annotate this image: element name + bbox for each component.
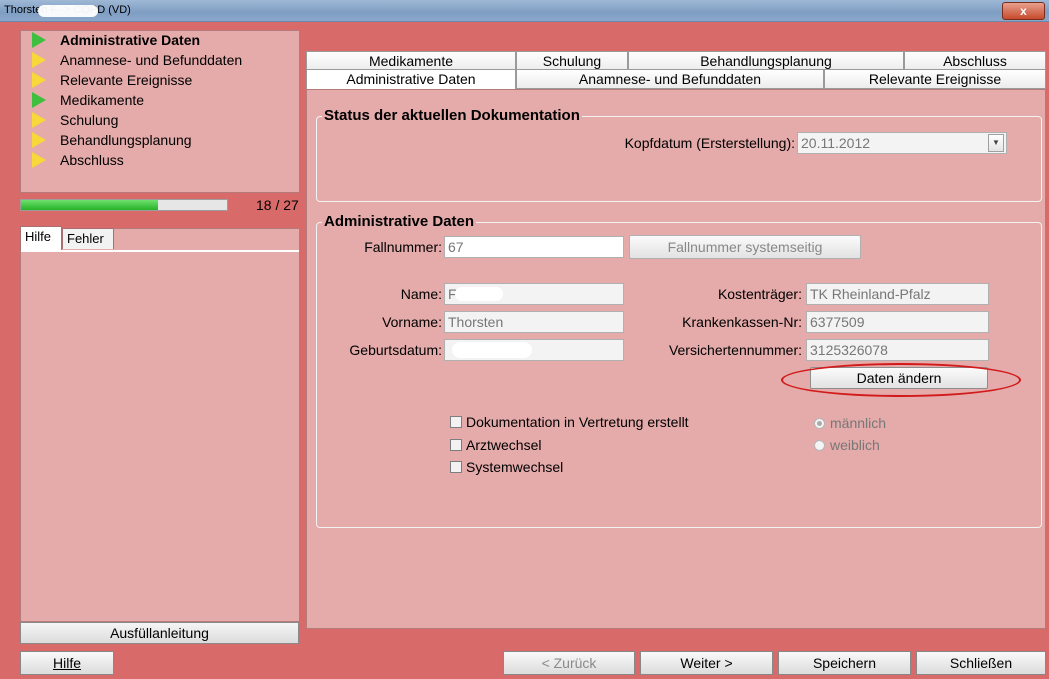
weiter-button[interactable]: Weiter > — [640, 651, 773, 675]
tab-anamnese-befunddaten[interactable]: Anamnese- und Befunddaten — [516, 69, 824, 89]
fallnummer-systemseitig-button[interactable]: Fallnummer systemseitig — [629, 235, 861, 259]
versicherten-label: Versichertennummer: — [668, 342, 802, 358]
tab-administrative-daten[interactable]: Administrative Daten — [306, 69, 516, 90]
redaction-blur — [455, 287, 503, 301]
hilfe-button[interactable]: Hilfe — [20, 651, 114, 675]
step-complete-icon — [32, 92, 46, 108]
speichern-button[interactable]: Speichern — [778, 651, 911, 675]
step-label: Relevante Ereignisse — [60, 72, 193, 88]
checkbox-box[interactable] — [450, 461, 462, 473]
checkbox-label: Dokumentation in Vertretung erstellt — [466, 414, 689, 430]
step-label: Schulung — [60, 112, 119, 128]
tab-abschluss[interactable]: Abschluss — [904, 51, 1046, 71]
tab-behandlungsplanung[interactable]: Behandlungsplanung — [628, 51, 904, 71]
title-bar: Thorsten F -> COPD (VD) x — [0, 0, 1049, 22]
tab-schulung[interactable]: Schulung — [516, 51, 628, 71]
tab-fehler[interactable]: Fehler — [62, 228, 114, 249]
step-medikamente[interactable]: Medikamente — [32, 90, 144, 110]
help-content — [21, 250, 299, 621]
checkbox-systemwechsel[interactable]: Systemwechsel — [450, 459, 563, 475]
versicherten-field: 3125326078 — [806, 339, 989, 361]
tab-hilfe[interactable]: Hilfe — [20, 226, 62, 250]
step-label: Medikamente — [60, 92, 145, 108]
schliessen-button[interactable]: Schließen — [916, 651, 1046, 675]
checkbox-label: Arztwechsel — [466, 437, 542, 453]
progress-label: 18 / 27 — [256, 197, 299, 213]
step-label: Abschluss — [60, 152, 124, 168]
redaction-blur — [38, 5, 98, 17]
admin-group-title: Administrative Daten — [322, 213, 477, 230]
hilfe-button-label: Hilfe — [52, 655, 81, 671]
close-window-button[interactable]: x — [1002, 2, 1045, 20]
checkbox-vertretung[interactable]: Dokumentation in Vertretung erstellt — [450, 414, 689, 430]
kopfdatum-label: Kopfdatum (Ersterstellung): — [624, 135, 795, 151]
tab-relevante-ereignisse[interactable]: Relevante Ereignisse — [824, 69, 1046, 89]
radio-dot[interactable] — [814, 439, 825, 451]
krankenkassen-field: 6377509 — [806, 311, 989, 333]
step-administrative-daten[interactable]: Administrative Daten — [32, 30, 200, 50]
fallnummer-label: Fallnummer: — [364, 239, 442, 255]
progress-bar — [20, 199, 228, 211]
step-behandlungsplanung[interactable]: Behandlungsplanung — [32, 130, 192, 150]
chevron-down-icon[interactable]: ▼ — [988, 134, 1004, 152]
step-pending-icon — [32, 152, 46, 168]
radio-maennlich[interactable]: männlich — [814, 415, 886, 431]
progress-fill — [21, 200, 159, 210]
radio-label: männlich — [830, 415, 887, 431]
kostentraeger-label: Kostenträger: — [717, 286, 802, 302]
step-label: Anamnese- und Befunddaten — [60, 52, 243, 68]
fallnummer-input[interactable]: 67 — [444, 236, 624, 258]
main-tabs-row-1: Medikamente Schulung Behandlungsplanung … — [306, 51, 1046, 71]
vorname-field: Thorsten — [444, 311, 624, 333]
checkbox-box[interactable] — [450, 439, 462, 451]
main-tabs-row-2: Administrative Daten Anamnese- und Befun… — [306, 69, 1046, 90]
step-pending-icon — [32, 52, 46, 68]
step-pending-icon — [32, 132, 46, 148]
status-group — [316, 116, 1042, 202]
step-abschluss[interactable]: Abschluss — [32, 150, 124, 170]
kostentraeger-field: TK Rheinland-Pfalz — [806, 283, 989, 305]
radio-weiblich[interactable]: weiblich — [814, 437, 880, 453]
step-label: Administrative Daten — [60, 32, 201, 48]
geburtsdatum-label: Geburtsdatum: — [349, 342, 442, 358]
step-complete-icon — [32, 32, 46, 48]
radio-label: weiblich — [830, 437, 880, 453]
kopfdatum-select[interactable]: 20.11.2012 — [797, 132, 1007, 154]
radio-dot[interactable] — [814, 417, 825, 429]
step-label: Behandlungsplanung — [60, 132, 192, 148]
step-anamnese[interactable]: Anamnese- und Befunddaten — [32, 50, 242, 70]
highlight-ellipse — [781, 363, 1021, 397]
tab-medikamente[interactable]: Medikamente — [306, 51, 516, 71]
checkbox-label: Systemwechsel — [466, 459, 564, 475]
ausfuellanleitung-button[interactable]: Ausfüllanleitung — [20, 622, 299, 644]
krankenkassen-label: Krankenkassen-Nr: — [682, 314, 802, 330]
step-relevante-ereignisse[interactable]: Relevante Ereignisse — [32, 70, 192, 90]
name-label: Name: — [400, 286, 442, 302]
checkbox-box[interactable] — [450, 416, 462, 428]
status-group-title: Status der aktuellen Dokumentation — [322, 107, 582, 124]
step-pending-icon — [32, 112, 46, 128]
zurueck-button[interactable]: < Zurück — [503, 651, 635, 675]
vorname-label: Vorname: — [382, 314, 442, 330]
checkbox-arztwechsel[interactable]: Arztwechsel — [450, 437, 541, 453]
step-pending-icon — [32, 72, 46, 88]
redaction-blur — [452, 342, 532, 358]
step-schulung[interactable]: Schulung — [32, 110, 118, 130]
